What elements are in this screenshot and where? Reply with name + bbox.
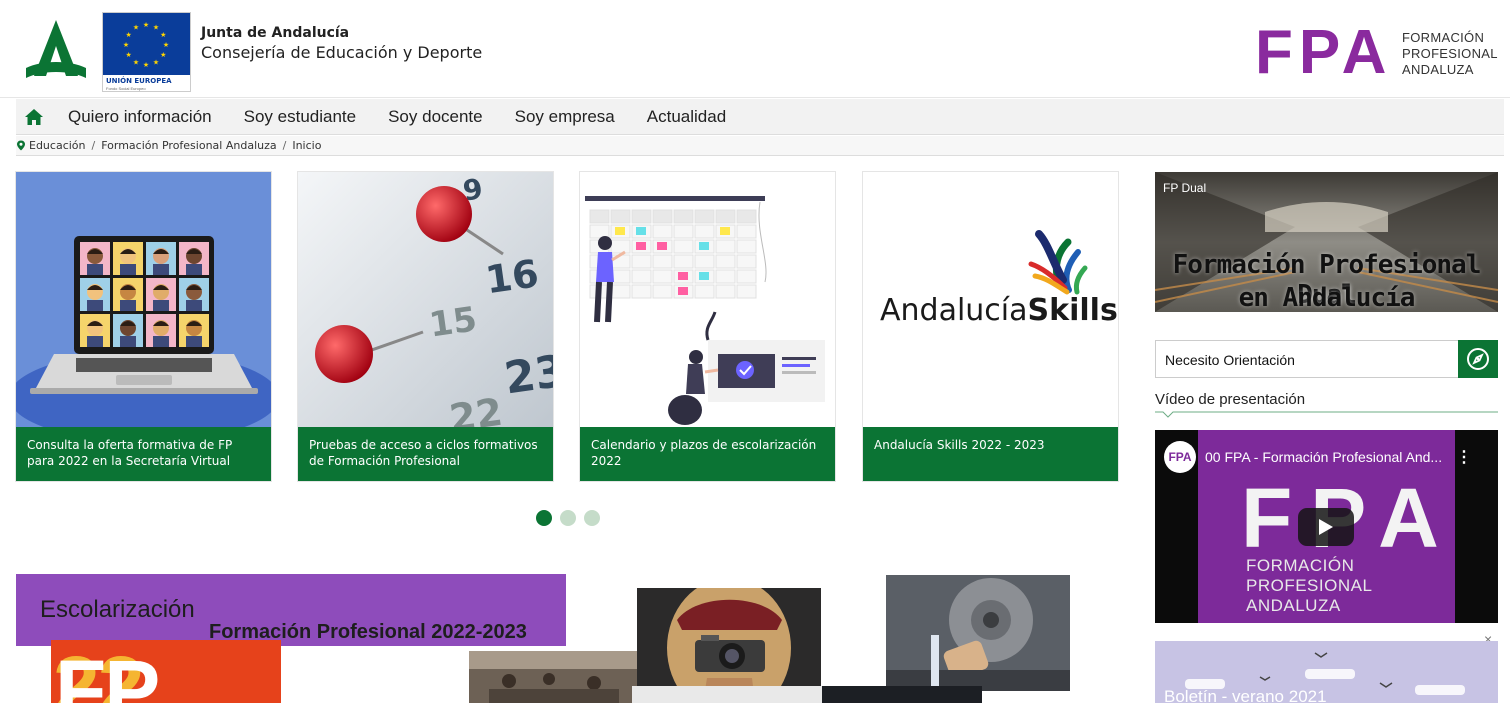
svg-text:★: ★ <box>126 31 132 39</box>
svg-text:★: ★ <box>153 24 159 32</box>
nav-item-info[interactable]: Quiero información <box>68 107 212 127</box>
svg-text:★: ★ <box>160 51 166 59</box>
dept-name[interactable]: Consejería de Educación y Deporte <box>201 43 482 62</box>
svg-text:★: ★ <box>153 58 159 66</box>
site-header: ★ ★ ★ ★ ★ ★ ★ ★ ★ ★ ★ ★ UNIÓN EUROPEA Fondo Social … <box>0 0 1510 98</box>
main-nav: Quiero información Soy estudiante Soy do… <box>16 99 1504 135</box>
channel-avatar[interactable]: FPA <box>1164 441 1196 473</box>
card-andalucia-skills[interactable]: AndalucíaSkills Andalucía Skills 2022 - … <box>863 172 1118 481</box>
video-title[interactable]: 00 FPA - Formación Profesional And... <box>1205 449 1442 465</box>
org-name[interactable]: Junta de Andalucía <box>201 25 349 41</box>
bulletin-banner[interactable]: Boletín - verano 2021 <box>1155 641 1498 703</box>
fpa-caption: FORMACIÓN PROFESIONAL ANDALUZA <box>1402 30 1498 77</box>
nav-item-teacher[interactable]: Soy docente <box>388 107 483 127</box>
svg-text:AndalucíaSkills: AndalucíaSkills <box>880 293 1118 328</box>
fp-dual-banner[interactable]: FP Dual Formación Profesional Dual en An… <box>1155 172 1498 312</box>
video-menu-button[interactable]: ⋮ <box>1456 447 1472 467</box>
svg-text:★: ★ <box>133 24 139 32</box>
eu-sub-label: Fondo Social Europeo <box>106 86 146 91</box>
eu-label: UNIÓN EUROPEA <box>106 77 172 85</box>
card-caption: Andalucía Skills 2022 - 2023 <box>863 427 1118 481</box>
home-icon <box>25 108 43 125</box>
compass-button[interactable] <box>1458 340 1498 378</box>
breadcrumb-item-education[interactable]: Educación <box>29 139 86 152</box>
photo-brake-disc[interactable] <box>886 575 1070 691</box>
svg-text:15: 15 <box>427 299 479 345</box>
youtube-video-embed[interactable]: FPA 00 FPA - Formación Profesional And..… <box>1155 430 1498 623</box>
breadcrumb-item-fpa[interactable]: Formación Profesional Andaluza <box>101 139 276 152</box>
photo-classroom[interactable] <box>469 651 639 703</box>
carousel-dot-2[interactable] <box>560 510 576 526</box>
card-calendario-escolarizacion[interactable]: Calendario y plazos de escolarización 20… <box>580 172 835 481</box>
orientation-label: Necesito Orientación <box>1165 352 1295 368</box>
banner-title: Escolarización <box>40 596 195 623</box>
card-pruebas-acceso[interactable]: 9 16 15 23 22 Pruebas de acceso a ciclos… <box>298 172 553 481</box>
card-image-calendar: 9 16 15 23 22 <box>298 172 553 427</box>
bulletin-title: Boletín - verano 2021 <box>1164 687 1327 703</box>
carousel-pagination <box>536 510 600 526</box>
carousel-dot-1[interactable] <box>536 510 552 526</box>
svg-text:★: ★ <box>126 51 132 59</box>
svg-text:★: ★ <box>160 31 166 39</box>
svg-text:★: ★ <box>133 58 139 66</box>
nav-item-news[interactable]: Actualidad <box>647 107 726 127</box>
card-image-skills-logo: AndalucíaSkills <box>863 172 1118 427</box>
compass-icon <box>1467 348 1489 370</box>
svg-text:★: ★ <box>143 21 149 29</box>
photo-strip-bottom[interactable] <box>632 686 982 703</box>
banner-escolarizacion[interactable]: Escolarización Formación Profesional 202… <box>16 574 566 646</box>
svg-text:★: ★ <box>123 41 129 49</box>
carousel-dot-3[interactable] <box>584 510 600 526</box>
video-fpa-subtitle: FORMACIÓN PROFESIONAL ANDALUZA <box>1246 556 1373 615</box>
svg-text:★: ★ <box>143 61 149 69</box>
fp-dual-title-2: en Andalucía <box>1238 283 1416 312</box>
junta-andalucia-logo[interactable] <box>22 18 90 84</box>
card-caption: Consulta la oferta formativa de FP para … <box>16 427 271 481</box>
breadcrumb: Educación / Formación Profesional Andalu… <box>16 136 1504 156</box>
orientation-button[interactable]: Necesito Orientación <box>1155 340 1498 378</box>
fpa-logo[interactable]: FPA <box>1255 22 1392 84</box>
card-image-schedule <box>580 172 835 427</box>
map-marker-icon <box>17 140 25 151</box>
card-caption: Calendario y plazos de escolarización 20… <box>580 427 835 481</box>
video-heading: Vídeo de presentación <box>1155 391 1306 408</box>
svg-text:22: 22 <box>447 390 505 427</box>
svg-text:★: ★ <box>163 41 169 49</box>
nav-item-student[interactable]: Soy estudiante <box>244 107 356 127</box>
breadcrumb-item-home: Inicio <box>292 139 322 152</box>
fp-dual-label: FP Dual <box>1163 181 1207 195</box>
play-icon <box>1319 519 1333 535</box>
card-oferta-formativa[interactable]: Consulta la oferta formativa de FP para … <box>16 172 271 481</box>
svg-text:16: 16 <box>483 251 541 302</box>
home-button[interactable] <box>16 99 52 135</box>
card-image-laptop <box>16 172 271 427</box>
card-caption: Pruebas de acceso a ciclos formativos de… <box>298 427 553 481</box>
fp22-logo[interactable]: FP 22 <box>51 640 281 703</box>
play-button[interactable] <box>1298 508 1354 546</box>
svg-text:23: 23 <box>501 346 553 405</box>
eu-flag-logo: ★ ★ ★ ★ ★ ★ ★ ★ ★ ★ ★ ★ UNIÓN EUROPEA Fondo Social … <box>102 12 191 92</box>
nav-item-company[interactable]: Soy empresa <box>515 107 615 127</box>
video-heading-underline <box>1155 411 1498 418</box>
